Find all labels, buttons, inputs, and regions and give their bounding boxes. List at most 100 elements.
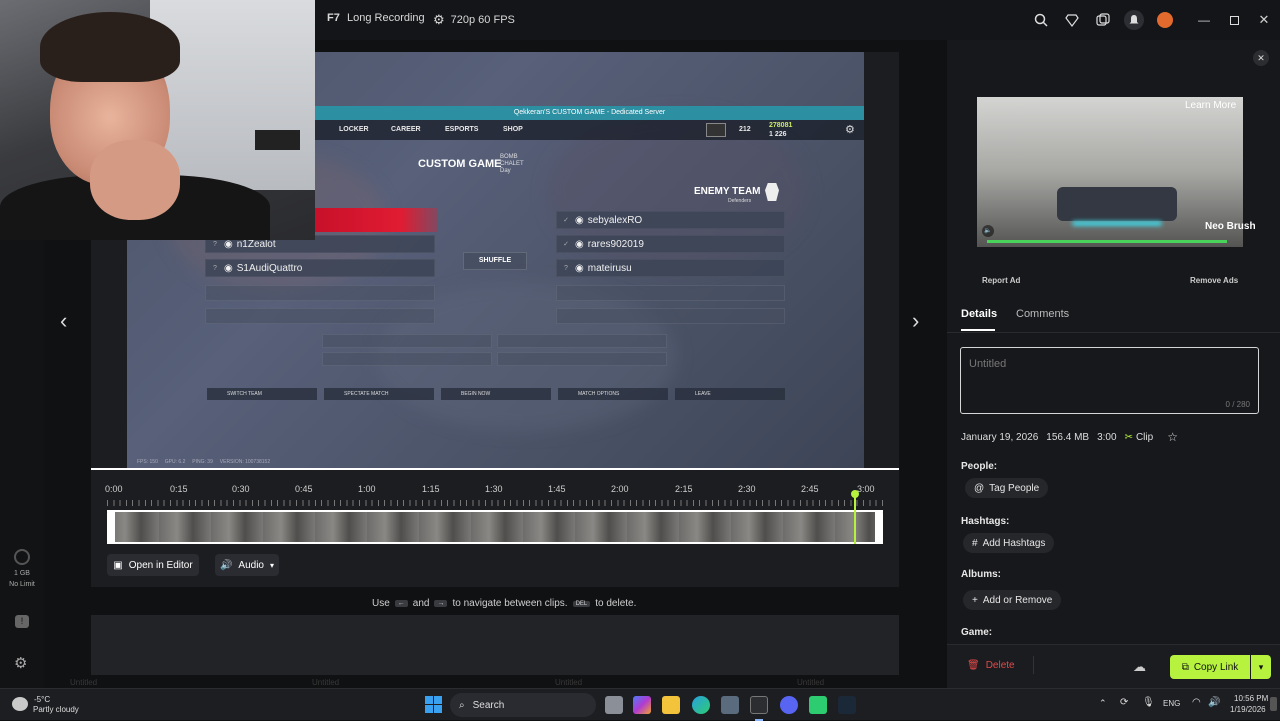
task-view-icon[interactable] bbox=[605, 696, 623, 714]
ally-team-banner bbox=[315, 208, 438, 232]
webcam-person-hand bbox=[90, 140, 180, 220]
tab-divider bbox=[947, 332, 1280, 333]
title-input[interactable]: Untitled 0 / 280 bbox=[960, 347, 1259, 414]
delete-button[interactable]: 🗑 Delete bbox=[967, 660, 1015, 671]
copy-link-label: Copy Link bbox=[1193, 661, 1239, 673]
maximize-icon[interactable] bbox=[1224, 10, 1244, 30]
volume-icon[interactable]: 🔊 bbox=[1208, 697, 1220, 708]
file-explorer-icon[interactable] bbox=[662, 696, 680, 714]
delete-key: DEL bbox=[572, 600, 591, 607]
timeline-tick: 0:30 bbox=[232, 484, 250, 494]
timeline-tick: 1:30 bbox=[485, 484, 503, 494]
feedback-icon[interactable]: ! bbox=[15, 615, 29, 628]
timeline-tick: 2:45 bbox=[801, 484, 819, 494]
game-level: 212 bbox=[739, 126, 751, 133]
timeline[interactable]: 0:00 0:15 0:30 0:45 1:00 1:15 1:30 1:45 … bbox=[91, 468, 899, 587]
star-icon[interactable]: ☆ bbox=[1167, 430, 1178, 444]
clock-time[interactable]: 10:56 PM bbox=[1234, 694, 1268, 703]
ad-learn-more-link[interactable]: Learn More bbox=[1185, 100, 1236, 111]
game-settings-icon: ⚙ bbox=[845, 124, 855, 136]
ad-mute-icon[interactable]: 🔈 bbox=[982, 225, 994, 237]
navigation-hint: Use ← and → to navigate between clips. D… bbox=[372, 598, 637, 609]
add-hashtags-label: Add Hashtags bbox=[982, 537, 1046, 549]
tab-comments[interactable]: Comments bbox=[1016, 308, 1069, 320]
audio-label: Audio bbox=[238, 559, 264, 571]
previous-clip-arrow-icon[interactable]: ‹ bbox=[60, 308, 67, 334]
copy-options-chevron-icon[interactable]: ▾ bbox=[1251, 655, 1271, 679]
weather-icon bbox=[12, 697, 28, 711]
webcam-overlay bbox=[0, 0, 315, 240]
footer-divider bbox=[1033, 656, 1034, 674]
recording-mode-label: Long Recording bbox=[347, 12, 425, 24]
diamond-icon[interactable] bbox=[1062, 10, 1082, 30]
timeline-tick: 1:00 bbox=[358, 484, 376, 494]
add-remove-album-button[interactable]: + Add or Remove bbox=[963, 590, 1062, 610]
game-action: MATCH OPTIONS bbox=[558, 388, 668, 400]
tab-details[interactable]: Details bbox=[961, 308, 997, 320]
game-currency: 278081 bbox=[769, 122, 793, 129]
edge-icon[interactable] bbox=[692, 696, 710, 714]
close-panel-icon[interactable]: ✕ bbox=[1253, 50, 1269, 66]
bell-icon[interactable] bbox=[1124, 10, 1144, 30]
trim-start-handle[interactable] bbox=[107, 510, 115, 544]
search-icon[interactable] bbox=[1031, 10, 1051, 30]
recording-mode[interactable]: Long Recording bbox=[347, 12, 425, 24]
clock-date[interactable]: 1/19/2026 bbox=[1230, 705, 1266, 714]
wifi-icon[interactable]: ◠ bbox=[1192, 697, 1201, 708]
ad-progress-bar bbox=[987, 240, 1227, 243]
copilot-icon[interactable] bbox=[633, 696, 651, 714]
weather-desc[interactable]: Partly cloudy bbox=[33, 705, 79, 714]
hash-icon: # bbox=[972, 537, 978, 549]
add-hashtags-button[interactable]: # Add Hashtags bbox=[963, 533, 1055, 553]
game-nav: LOCKER CAREER ESPORTS SHOP 212 278081 1 … bbox=[315, 120, 864, 140]
quality-setting[interactable]: ⚙ 720p 60 FPS bbox=[433, 12, 515, 28]
trim-end-handle[interactable] bbox=[875, 510, 883, 544]
minimize-icon[interactable]: — bbox=[1194, 10, 1214, 30]
timeline-tick: 1:45 bbox=[548, 484, 566, 494]
windows-start-icon[interactable] bbox=[425, 696, 442, 713]
clip-meta: January 19, 2026 156.4 MB 3:00 ✂ Clip ☆ bbox=[961, 430, 1178, 444]
microphone-icon[interactable]: 🎙 bbox=[1142, 697, 1155, 708]
weather-temp[interactable]: -5°C bbox=[34, 695, 50, 704]
discord-icon[interactable] bbox=[780, 696, 798, 714]
timeline-tick: 1:15 bbox=[422, 484, 440, 494]
timeline-filmstrip[interactable] bbox=[107, 510, 883, 544]
player-row: ✓ ◉ sebyalexRO bbox=[556, 211, 785, 229]
avatar[interactable] bbox=[1155, 10, 1175, 30]
audio-dropdown[interactable]: 🔊 Audio ▾ bbox=[215, 554, 279, 576]
store-icon[interactable] bbox=[721, 696, 739, 714]
enemy-team-sub: Defenders bbox=[728, 198, 752, 204]
open-in-editor-button[interactable]: ▣ Open in Editor bbox=[107, 554, 199, 576]
cloud-upload-icon[interactable]: ☁ bbox=[1133, 659, 1146, 675]
report-ad-link[interactable]: Report Ad bbox=[982, 276, 1020, 285]
steam-icon[interactable] bbox=[838, 696, 856, 714]
clips-icon[interactable] bbox=[1093, 10, 1113, 30]
copy-link-button[interactable]: ⧉ Copy Link bbox=[1170, 655, 1250, 679]
notification-icon[interactable] bbox=[1270, 697, 1277, 711]
settings-gear-icon[interactable]: ⚙ bbox=[14, 654, 27, 672]
medal-app-icon[interactable] bbox=[750, 696, 768, 714]
clip-date: January 19, 2026 bbox=[961, 431, 1039, 443]
playhead-knob[interactable] bbox=[851, 490, 860, 498]
timeline-tick: 3:00 bbox=[857, 484, 875, 494]
hashtags-label: Hashtags: bbox=[961, 516, 1010, 527]
tray-chevron-icon[interactable]: ⌃ bbox=[1099, 698, 1107, 709]
taskbar-search-label: Search bbox=[472, 699, 505, 711]
tray-sync-icon[interactable]: ⟳ bbox=[1120, 697, 1128, 708]
next-clip-arrow-icon[interactable]: › bbox=[912, 308, 919, 334]
speaker-icon: 🔊 bbox=[219, 559, 233, 571]
game-app-icon[interactable] bbox=[809, 696, 827, 714]
taskbar-search[interactable]: ⌕ Search bbox=[450, 693, 596, 717]
remove-ads-link[interactable]: Remove Ads bbox=[1190, 276, 1238, 285]
close-icon[interactable]: ✕ bbox=[1254, 10, 1274, 30]
player-row: ? ◉ mateirusu bbox=[556, 259, 785, 277]
timeline-ruler bbox=[107, 500, 883, 506]
clip-size: 156.4 MB bbox=[1046, 431, 1090, 443]
ad-video[interactable]: 🔈 bbox=[977, 97, 1243, 247]
language-indicator[interactable]: ENG bbox=[1163, 699, 1180, 708]
game-action: SWITCH TEAM bbox=[207, 388, 317, 400]
playhead[interactable] bbox=[851, 490, 860, 544]
tag-people-button[interactable]: @ Tag People bbox=[965, 478, 1049, 498]
chevron-down-icon: ▾ bbox=[270, 560, 275, 570]
add-remove-label: Add or Remove bbox=[982, 594, 1053, 606]
